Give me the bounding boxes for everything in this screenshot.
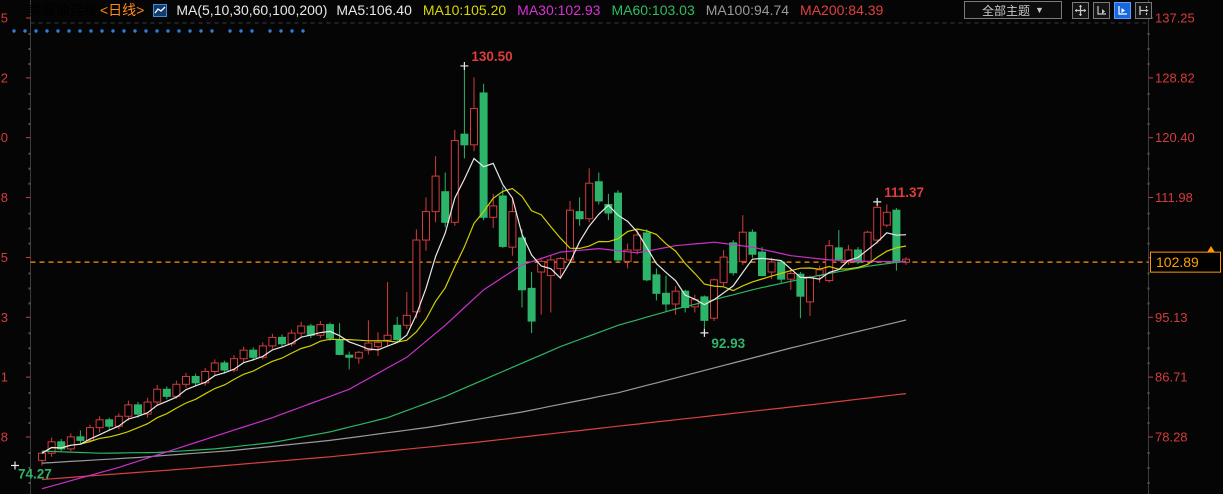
ma-readout-4: MA100:94.74: [706, 2, 789, 18]
ma-readout-1: MA10:105.20: [423, 2, 506, 18]
chevron-down-icon: ▼: [1035, 5, 1044, 15]
ma-readout-3: MA60:103.03: [611, 2, 694, 18]
shift-right-icon: [1138, 5, 1149, 16]
svg-text:92.93: 92.93: [711, 336, 745, 351]
svg-text:120.40: 120.40: [0, 130, 8, 145]
chart-header: 美原油连续<日线> MA(5,10,30,60,100,200) MA5:106…: [28, 1, 883, 19]
svg-text:78.28: 78.28: [1155, 429, 1188, 444]
svg-text:137.25: 137.25: [0, 11, 8, 26]
period-label[interactable]: <日线>: [100, 0, 144, 20]
svg-text:137.25: 137.25: [1155, 11, 1195, 26]
x-axis-scale-icon: [1096, 5, 1107, 16]
candlestick-chart[interactable]: 137.25 137.25 128.82 128.82 120.40 120.40 111.…: [0, 0, 1223, 494]
x-axis-scale-button[interactable]: [1093, 2, 1110, 19]
svg-text:120.40: 120.40: [1155, 130, 1195, 145]
y-axis-scale-button[interactable]: [1114, 2, 1131, 19]
pan-tool-button[interactable]: [1072, 2, 1089, 19]
svg-text:86.71: 86.71: [0, 370, 8, 385]
svg-text:86.71: 86.71: [1155, 370, 1188, 385]
svg-text:111.98: 111.98: [1155, 190, 1193, 205]
theme-dropdown[interactable]: 全部主题 ▼: [964, 1, 1062, 19]
y-axis-scale-icon: [1117, 5, 1128, 16]
symbol-name[interactable]: 美原油连续: [28, 0, 98, 20]
svg-text:78.28: 78.28: [0, 429, 8, 444]
svg-text:95.13: 95.13: [1155, 310, 1188, 325]
svg-text:74.27: 74.27: [18, 466, 52, 481]
shift-right-button[interactable]: [1135, 2, 1152, 19]
svg-text:95.13: 95.13: [0, 310, 8, 325]
svg-text:111.37: 111.37: [884, 185, 924, 200]
ma-readouts: MA5:106.40 MA10:105.20 MA30:102.93 MA60:103…: [336, 2, 883, 18]
ma-readout-0: MA5:106.40: [336, 2, 412, 18]
move-cross-icon: [1075, 5, 1086, 16]
svg-text:128.82: 128.82: [0, 70, 8, 85]
svg-text:128.82: 128.82: [1155, 70, 1195, 85]
svg-text:130.50: 130.50: [471, 49, 512, 64]
svg-text:111.98: 111.98: [0, 190, 8, 205]
svg-text:102.89: 102.89: [1156, 254, 1199, 270]
top-right-controls: 全部主题 ▼: [964, 1, 1152, 19]
svg-text:103.55: 103.55: [0, 250, 8, 265]
ma-readout-2: MA30:102.93: [517, 2, 600, 18]
line-chart-icon: [153, 4, 167, 17]
ma-readout-5: MA200:84.39: [800, 2, 883, 18]
trading-chart-window: 137.25 137.25 128.82 128.82 120.40 120.40 111.…: [0, 0, 1223, 494]
theme-dropdown-label: 全部主题: [982, 2, 1030, 19]
ma-settings-label: MA(5,10,30,60,100,200): [176, 2, 327, 18]
